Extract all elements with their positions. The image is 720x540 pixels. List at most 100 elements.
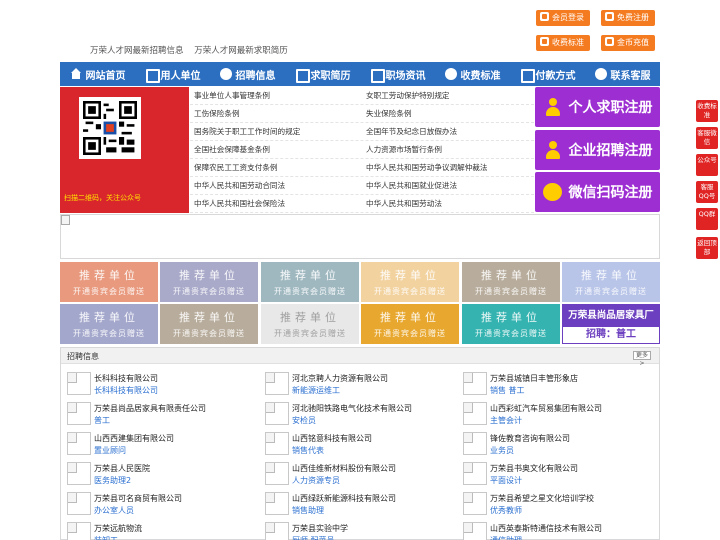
policy-link[interactable]: 保障农民工工资支付条例 <box>190 159 362 176</box>
job-listing[interactable]: 河北驰阳铁路电气化技术有限公司 安检员 <box>259 400 439 428</box>
recommend-tile[interactable]: 推荐单位 开通贵宾会员赠送 <box>261 262 359 302</box>
job-listing[interactable]: 万荣县希望之星文化培训学校 优秀教师 <box>457 490 637 518</box>
company-name[interactable]: 万荣远航物流 <box>94 523 142 534</box>
job-position[interactable]: 优秀教师 <box>490 505 522 516</box>
recommend-tile[interactable]: 推荐单位 开通贵宾会员赠送 <box>60 262 158 302</box>
job-listing[interactable]: 山西西建集团有限公司 置业顾问 <box>61 430 241 458</box>
policy-link[interactable]: 中华人民共和国劳动争议调解仲裁法 <box>362 159 534 176</box>
job-listing[interactable]: 万荣县可名商贸有限公司 办公室人员 <box>61 490 241 518</box>
side-back-to-top-button[interactable]: 返回顶部 <box>696 237 718 259</box>
personal-register-button[interactable]: 个人求职注册 <box>535 87 660 127</box>
recommend-tile[interactable]: 推荐单位 开通贵宾会员赠送 <box>160 304 258 344</box>
member-login-button[interactable]: 会员登录 <box>536 10 590 26</box>
nav-payment[interactable]: 付款方式 <box>510 62 585 86</box>
company-name[interactable]: 山西彩虹汽车贸易集团有限公司 <box>490 403 602 414</box>
company-name[interactable]: 万荣县实验中学 <box>292 523 348 534</box>
policy-link[interactable]: 中华人民共和国就业促进法 <box>362 177 534 194</box>
company-name[interactable]: 万荣县尚品居家具有限责任公司 <box>94 403 206 414</box>
job-listing[interactable]: 山西英泰斯特通信技术有限公司通信助理 <box>457 520 637 540</box>
job-position[interactable]: 销售代表 <box>292 445 324 456</box>
policy-link[interactable]: 中华人民共和国劳动合同法 <box>190 177 362 194</box>
job-position[interactable]: 通信助理 <box>490 535 522 540</box>
job-position[interactable]: 新能源运维工 <box>292 385 340 396</box>
company-name[interactable]: 万荣县可名商贸有限公司 <box>94 493 182 504</box>
recommend-tile[interactable]: 推荐单位 开通贵宾会员赠送 <box>60 304 158 344</box>
nav-pricing[interactable]: 收费标准 <box>435 62 510 86</box>
latest-jobs-link[interactable]: 万荣人才网最新招聘信息 <box>90 46 184 56</box>
job-listing[interactable]: 万荣县实验中学厨师 配菜员 <box>259 520 439 540</box>
job-listing[interactable]: 长科科技有限公司 长科科技有限公司 <box>61 370 241 398</box>
job-listing[interactable]: 万荣县城镇日丰管形象店 销售 普工 <box>457 370 637 398</box>
recommend-tile[interactable]: 推荐单位 开通贵宾会员赠送 <box>462 304 560 344</box>
company-name[interactable]: 锋佐教育咨询有限公司 <box>490 433 570 444</box>
job-position[interactable]: 安检员 <box>292 415 316 426</box>
company-name[interactable]: 万荣县人民医院 <box>94 463 150 474</box>
featured-company-tile[interactable]: 万荣县尚品居家具厂 招聘：普工 <box>562 304 660 344</box>
job-position[interactable]: 普工 <box>94 415 110 426</box>
nav-home[interactable]: 网站首页 <box>60 62 135 86</box>
nav-resume[interactable]: 求职简历 <box>285 62 360 86</box>
job-position[interactable]: 办公室人员 <box>94 505 134 516</box>
nav-employers[interactable]: 用人单位 <box>135 62 210 86</box>
company-name[interactable]: 万荣县城镇日丰管形象店 <box>490 373 578 384</box>
job-listing[interactable]: 河北京聘人力资源有限公司 新能源运维工 <box>259 370 439 398</box>
policy-link[interactable]: 人力资源市场暂行条例 <box>362 141 534 158</box>
policy-link[interactable]: 工伤保险条例 <box>190 105 362 122</box>
side-pricing-button[interactable]: 收费标准 <box>696 100 718 122</box>
job-position[interactable]: 装卸工 <box>94 535 118 540</box>
side-official-account-button[interactable]: 公众号 <box>696 154 718 176</box>
job-position[interactable]: 主管会计 <box>490 415 522 426</box>
company-name[interactable]: 山西铭意科技有限公司 <box>292 433 372 444</box>
recommend-tile[interactable]: 推荐单位 开通贵宾会员赠送 <box>361 262 459 302</box>
recommend-tile[interactable]: 推荐单位 开通贵宾会员赠送 <box>160 262 258 302</box>
job-listing[interactable]: 山西彩虹汽车贸易集团有限公司 主管会计 <box>457 400 637 428</box>
job-position[interactable]: 平面设计 <box>490 475 522 486</box>
policy-link[interactable]: 女职工劳动保护特别规定 <box>362 87 534 104</box>
policy-link[interactable]: 全国年节及纪念日放假办法 <box>362 123 534 140</box>
company-name[interactable]: 山西西建集团有限公司 <box>94 433 174 444</box>
more-button[interactable]: 更多> <box>633 351 651 367</box>
recharge-button[interactable]: 金币充值 <box>601 35 655 51</box>
policy-link[interactable]: 国务院关于职工工作时间的规定 <box>190 123 362 140</box>
company-name[interactable]: 万荣县希望之星文化培训学校 <box>490 493 594 504</box>
policy-link[interactable]: 事业单位人事管理条例 <box>190 87 362 104</box>
company-name[interactable]: 万荣县书奥文化有限公司 <box>490 463 578 474</box>
banner-image[interactable] <box>60 214 660 259</box>
job-listing[interactable]: 万荣县书奥文化有限公司 平面设计 <box>457 460 637 488</box>
job-position[interactable]: 置业顾问 <box>94 445 126 456</box>
nav-recruit[interactable]: 招聘信息 <box>210 62 285 86</box>
nav-news[interactable]: 职场资讯 <box>360 62 435 86</box>
company-name[interactable]: 山西英泰斯特通信技术有限公司 <box>490 523 602 534</box>
side-wechat-service-button[interactable]: 客服微信 <box>696 127 718 149</box>
wechat-register-button[interactable]: 微信扫码注册 <box>535 172 660 212</box>
pricing-button[interactable]: 收费标准 <box>536 35 590 51</box>
job-listing[interactable]: 万荣县人民医院 医务助理2 <box>61 460 241 488</box>
job-position[interactable]: 销售助理 <box>292 505 324 516</box>
latest-resumes-link[interactable]: 万荣人才网最新求职简历 <box>194 46 288 56</box>
free-register-button[interactable]: 免费注册 <box>601 10 655 26</box>
job-position[interactable]: 业务员 <box>490 445 514 456</box>
policy-link[interactable]: 中华人民共和国劳动法 <box>362 195 534 212</box>
job-listing[interactable]: 山西佳维新材料股份有限公司 人力资源专员 <box>259 460 439 488</box>
side-qq-service-button[interactable]: 客服QQ号 <box>696 181 718 203</box>
policy-link[interactable]: 中华人民共和国社会保险法 <box>190 195 362 212</box>
job-listing[interactable]: 山西绿跃新能源科技有限公司 销售助理 <box>259 490 439 518</box>
company-register-button[interactable]: 企业招聘注册 <box>535 130 660 170</box>
company-name[interactable]: 河北京聘人力资源有限公司 <box>292 373 388 384</box>
recommend-tile[interactable]: 推荐单位 开通贵宾会员赠送 <box>361 304 459 344</box>
recommend-tile[interactable]: 推荐单位 开通贵宾会员赠送 <box>562 262 660 302</box>
company-name[interactable]: 长科科技有限公司 <box>94 373 158 384</box>
job-position[interactable]: 厨师 配菜员 <box>292 535 335 540</box>
policy-link[interactable]: 失业保险条例 <box>362 105 534 122</box>
side-qq-group-button[interactable]: QQ群 <box>696 208 718 230</box>
policy-link[interactable]: 全国社会保障基金条例 <box>190 141 362 158</box>
job-position[interactable]: 人力资源专员 <box>292 475 340 486</box>
company-name[interactable]: 山西绿跃新能源科技有限公司 <box>292 493 396 504</box>
job-listing[interactable]: 锋佐教育咨询有限公司 业务员 <box>457 430 637 458</box>
job-position[interactable]: 销售 普工 <box>490 385 525 396</box>
company-name[interactable]: 山西佳维新材料股份有限公司 <box>292 463 396 474</box>
job-listing[interactable]: 山西铭意科技有限公司 销售代表 <box>259 430 439 458</box>
company-name[interactable]: 河北驰阳铁路电气化技术有限公司 <box>292 403 412 414</box>
recommend-tile[interactable]: 推荐单位 开通贵宾会员赠送 <box>462 262 560 302</box>
job-listing[interactable]: 万荣县尚品居家具有限责任公司 普工 <box>61 400 241 428</box>
